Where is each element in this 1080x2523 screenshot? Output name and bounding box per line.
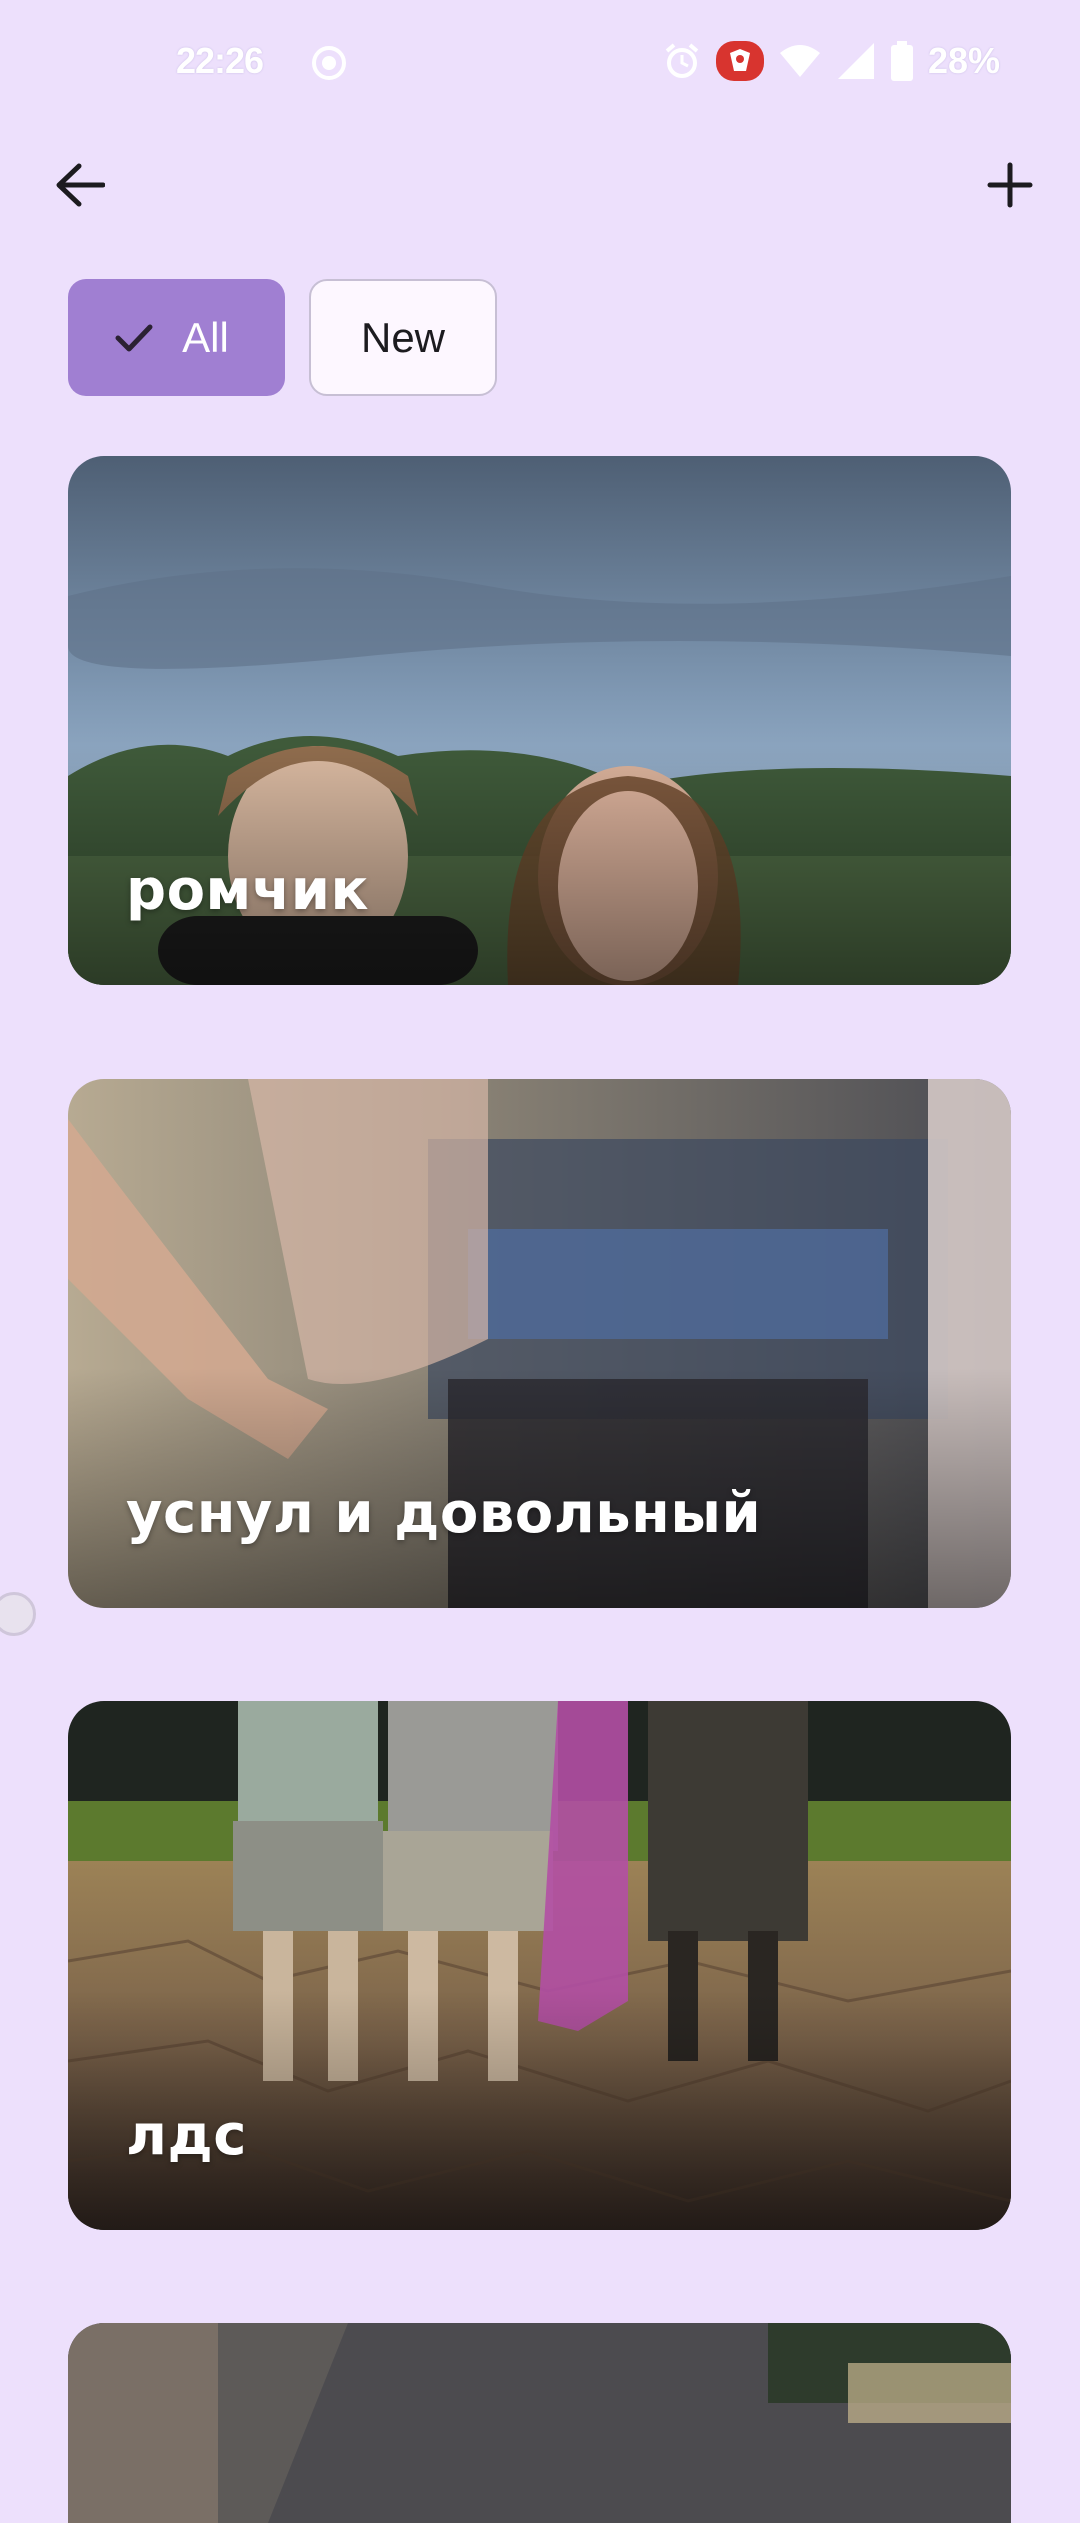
alarm-icon [665,43,699,78]
album-card[interactable]: уснул и довольный [68,1079,1011,1608]
chip-new[interactable]: New [309,279,497,396]
battery-icon [890,41,913,81]
album-card[interactable] [68,2323,1011,2523]
check-icon [115,324,153,351]
back-button[interactable] [50,155,110,215]
screen-record-icon [312,46,346,80]
wifi-icon [779,45,820,77]
signal-icon [837,43,874,79]
status-bar: 22:26 28% [0,0,1080,130]
chip-new-label: New [360,313,446,361]
album-title: ромчик [126,858,370,923]
album-cover-image [68,2323,1011,2523]
chip-all[interactable]: All [68,279,285,396]
plus-icon [987,162,1033,208]
add-button[interactable] [980,155,1040,215]
status-time: 22:26 [176,40,264,81]
album-title: лдс [126,2103,247,2168]
edge-handle[interactable] [0,1592,36,1636]
album-card[interactable]: лдс [68,1701,1011,2230]
album-card[interactable]: ромчик [68,456,1011,985]
filter-chips: All New [68,279,497,396]
notification-app-icon [715,41,764,81]
arrow-back-icon [56,163,105,207]
chip-all-label: All [182,313,229,361]
album-title: уснул и довольный [126,1481,762,1546]
battery-percent: 28% [927,40,1000,81]
status-icons: 28% [662,40,1000,82]
